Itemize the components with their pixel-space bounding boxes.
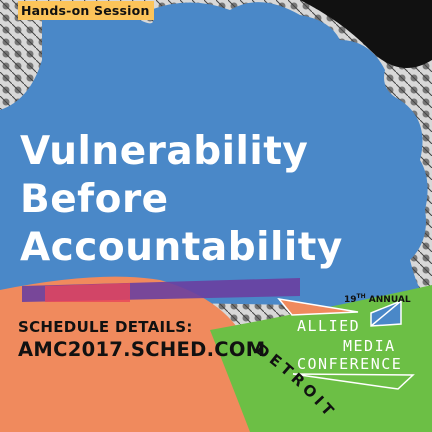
red-stripe xyxy=(45,283,130,302)
title-line: Accountability xyxy=(20,225,343,270)
annual-edition: 19TH ANNUAL xyxy=(344,293,411,305)
schedule-label: SCHEDULE DETAILS: xyxy=(18,318,193,336)
edition-suffix: TH xyxy=(356,293,366,300)
annual-label: ANNUAL xyxy=(368,295,411,305)
logo-line-conference: CONFERENCE xyxy=(297,355,403,373)
session-title: Vulnerability Before Accountability xyxy=(20,128,343,272)
title-line: Before xyxy=(20,177,169,222)
logo-line-allied: ALLIED xyxy=(297,317,361,335)
schedule-url[interactable]: AMC2017.SCHED.COM xyxy=(18,338,265,361)
logo-line-media: MEDIA xyxy=(343,337,396,355)
schedule-details: SCHEDULE DETAILS: AMC2017.SCHED.COM xyxy=(18,318,265,361)
session-type-badge: Hands-on Session xyxy=(18,1,154,20)
edition-number: 19 xyxy=(344,295,357,305)
title-line: Vulnerability xyxy=(20,129,309,174)
